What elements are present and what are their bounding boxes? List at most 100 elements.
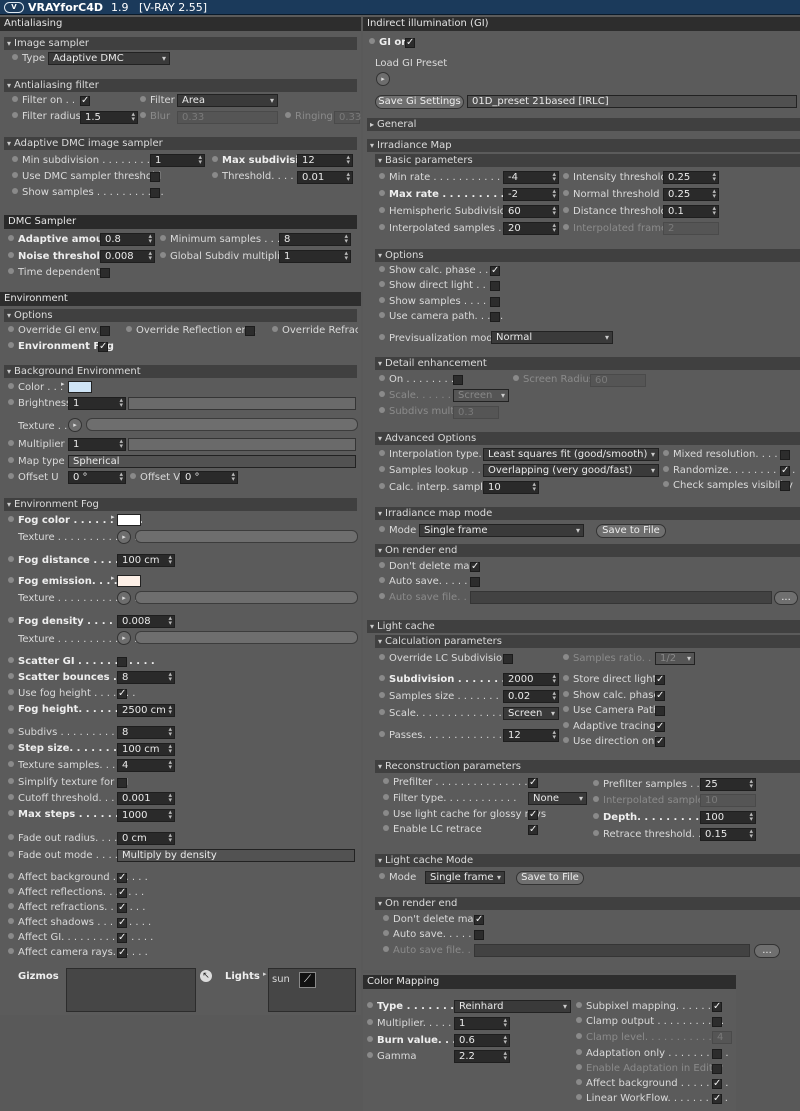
keyframe-dot-icon[interactable]	[12, 96, 18, 102]
keyframe-dot-icon[interactable]	[369, 38, 375, 44]
cursor-arrow-icon[interactable]: ↖	[200, 970, 212, 982]
samples-lookup-select[interactable]: Overlapping (very good/fast) ▾	[483, 464, 659, 477]
use-direction-only-checkbox[interactable]: ✓	[655, 737, 665, 747]
global-subdiv-input[interactable]: 1 ▴ ▾	[279, 250, 351, 263]
save-gi-settings-button[interactable]: Save Gi Settings	[375, 95, 464, 109]
keyframe-dot-icon[interactable]	[563, 654, 569, 660]
brightness-input[interactable]: 1 ▴ ▾	[68, 397, 126, 410]
keyframe-dot-icon[interactable]	[8, 399, 14, 405]
irradiance-options-group[interactable]: ▾ Options	[375, 249, 800, 262]
interpolated-samples-input[interactable]: 20 ▴ ▾	[503, 222, 559, 235]
keyframe-dot-icon[interactable]	[367, 1019, 373, 1025]
adaptive-dmc-group[interactable]: ▾ Adaptive DMC image sampler	[4, 137, 357, 150]
environment-header[interactable]: Environment	[0, 292, 361, 306]
previsualization-mode-select[interactable]: Normal ▾	[491, 331, 613, 344]
calculation-parameters-group[interactable]: ▾ Calculation parameters	[375, 635, 800, 648]
irr-on-render-end-group[interactable]: ▾ On render end	[375, 544, 800, 557]
lc-auto-save-file-input[interactable]	[474, 944, 750, 957]
lc-mode-select[interactable]: Single frame ▾	[425, 871, 505, 884]
keyframe-dot-icon[interactable]	[8, 810, 14, 816]
keyframe-dot-icon[interactable]	[563, 675, 569, 681]
interpolated-frames-input[interactable]: 2	[663, 222, 719, 235]
scatter-bounces-input[interactable]: 8 ▴ ▾	[117, 671, 175, 684]
lc-browse-button[interactable]: ...	[754, 944, 780, 958]
keyframe-dot-icon[interactable]	[8, 903, 14, 909]
prefilter-samples-input[interactable]: 25 ▴ ▾	[700, 778, 756, 791]
keyframe-dot-icon[interactable]	[663, 450, 669, 456]
subdivs-input[interactable]: 8 ▴ ▾	[117, 726, 175, 739]
keyframe-dot-icon[interactable]	[12, 54, 18, 60]
detail-enhancement-group[interactable]: ▾ Detail enhancement	[375, 357, 800, 370]
samples-ratio-select[interactable]: 1/2 ▾	[655, 652, 695, 665]
environment-options-group[interactable]: ▾ Options	[4, 309, 357, 322]
interpolation-type-select[interactable]: Least squares fit (good/smooth) ▾	[483, 448, 659, 461]
use-camera-path-checkbox[interactable]	[490, 312, 500, 322]
keyframe-dot-icon[interactable]	[379, 375, 385, 381]
cm-multiplier-input[interactable]: 1 ▴ ▾	[454, 1017, 510, 1030]
keyframe-dot-icon[interactable]	[367, 1036, 373, 1042]
gi-on-checkbox[interactable]: ✓	[405, 38, 415, 48]
gizmos-list[interactable]	[66, 968, 196, 1012]
keyframe-dot-icon[interactable]	[8, 689, 14, 695]
irr-show-samples-checkbox[interactable]	[490, 297, 500, 307]
keyframe-dot-icon[interactable]	[379, 312, 385, 318]
check-samples-visibility-checkbox[interactable]	[780, 481, 790, 491]
fade-out-radius-input[interactable]: 0 cm ▴ ▾	[117, 832, 175, 845]
keyframe-dot-icon[interactable]	[383, 915, 389, 921]
normal-threshold-input[interactable]: 0.25 ▴ ▾	[663, 188, 719, 201]
keyframe-dot-icon[interactable]	[576, 1002, 582, 1008]
keyframe-dot-icon[interactable]	[563, 737, 569, 743]
adaptive-amount-input[interactable]: 0.8 ▴ ▾	[100, 233, 155, 246]
affect-reflections-checkbox[interactable]: ✓	[117, 888, 127, 898]
offset-v-input[interactable]: 0 ° ▴ ▾	[180, 471, 238, 484]
irr-mode-select[interactable]: Single frame ▾	[419, 524, 584, 537]
keyframe-dot-icon[interactable]	[8, 577, 14, 583]
irr-dont-delete-checkbox[interactable]: ✓	[470, 562, 480, 572]
keyframe-dot-icon[interactable]	[379, 224, 385, 230]
image-sampler-group[interactable]: ▾ Image sampler	[4, 37, 357, 50]
keyframe-dot-icon[interactable]	[140, 112, 146, 118]
detail-scale-select[interactable]: Screen ▾	[453, 389, 509, 402]
show-direct-light-checkbox[interactable]	[490, 281, 500, 291]
keyframe-dot-icon[interactable]	[8, 948, 14, 954]
keyframe-dot-icon[interactable]	[8, 851, 14, 857]
expand-icon[interactable]: ▸	[111, 513, 115, 521]
keyframe-dot-icon[interactable]	[8, 778, 14, 784]
play-icon[interactable]: ▸	[376, 72, 390, 86]
randomize-checkbox[interactable]: ✓	[780, 466, 790, 476]
cutoff-threshold-input[interactable]: 0.001 ▴ ▾	[117, 792, 175, 805]
keyframe-dot-icon[interactable]	[379, 266, 385, 272]
irr-auto-save-file-input[interactable]	[470, 591, 772, 604]
keyframe-dot-icon[interactable]	[8, 473, 14, 479]
distance-threshold-input[interactable]: 0.1 ▴ ▾	[663, 205, 719, 218]
show-samples-checkbox[interactable]	[150, 188, 160, 198]
bg-texture-slot[interactable]	[86, 418, 358, 431]
lights-list[interactable]: sun ⟋	[268, 968, 356, 1012]
keyframe-dot-icon[interactable]	[563, 722, 569, 728]
burn-value-input[interactable]: 0.6 ▴ ▾	[454, 1034, 510, 1047]
keyframe-dot-icon[interactable]	[212, 156, 218, 162]
keyframe-dot-icon[interactable]	[8, 440, 14, 446]
basic-parameters-group[interactable]: ▾ Basic parameters	[375, 154, 800, 167]
override-reflection-checkbox[interactable]	[245, 326, 255, 336]
keyframe-dot-icon[interactable]	[379, 190, 385, 196]
calc-interp-samples-input[interactable]: 10 ▴ ▾	[483, 481, 539, 494]
threshold-input[interactable]: 0.01 ▴ ▾	[297, 171, 353, 184]
lc-interpolated-samples-input[interactable]: 10	[700, 794, 756, 807]
keyframe-dot-icon[interactable]	[140, 96, 146, 102]
keyframe-dot-icon[interactable]	[379, 450, 385, 456]
override-lc-subdivision-checkbox[interactable]	[503, 654, 513, 664]
enable-adaptation-checkbox[interactable]	[712, 1064, 722, 1074]
keyframe-dot-icon[interactable]	[563, 173, 569, 179]
noise-threshold-input[interactable]: 0.008 ▴ ▾	[100, 250, 155, 263]
keyframe-dot-icon[interactable]	[593, 780, 599, 786]
keyframe-dot-icon[interactable]	[379, 731, 385, 737]
keyframe-dot-icon[interactable]	[563, 706, 569, 712]
keyframe-dot-icon[interactable]	[130, 473, 136, 479]
bg-color-swatch[interactable]	[68, 381, 92, 393]
keyframe-dot-icon[interactable]	[379, 334, 385, 340]
expand-icon[interactable]: ▸	[61, 380, 65, 388]
keyframe-dot-icon[interactable]	[8, 516, 14, 522]
environment-fog-group[interactable]: ▾ Environment Fog	[4, 498, 357, 511]
keyframe-dot-icon[interactable]	[593, 813, 599, 819]
